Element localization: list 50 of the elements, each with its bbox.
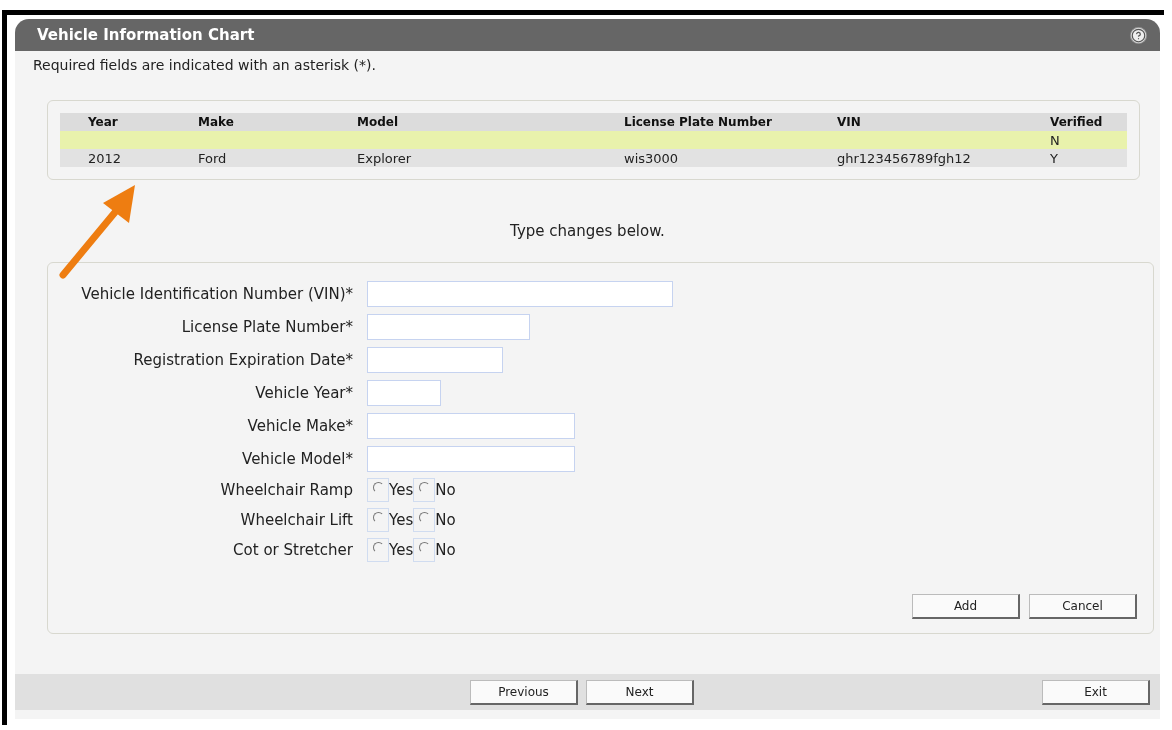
input-field[interactable] [367, 280, 673, 307]
exit-button[interactable]: Exit [1042, 679, 1150, 705]
help-icon[interactable] [1131, 27, 1146, 43]
table-cell[interactable]: wis3000 [596, 149, 809, 167]
radio-label: No [435, 511, 456, 529]
input-field[interactable] [367, 379, 441, 406]
radio-label: Yes [389, 511, 414, 529]
column-header: VIN [809, 113, 1022, 131]
radio-label: Yes [389, 481, 414, 499]
table-cell[interactable]: Y [1022, 149, 1127, 167]
column-header: Verified [1022, 113, 1127, 131]
radio-button[interactable] [413, 478, 436, 502]
radio-label: No [435, 541, 456, 559]
field-label: License Plate Number* [180, 317, 353, 336]
form-button[interactable]: Cancel [1029, 594, 1137, 619]
radio-button[interactable] [367, 538, 389, 562]
instruction-text: Type changes below. [509, 222, 666, 240]
column-header: Model [329, 113, 596, 131]
table-cell[interactable]: Explorer [329, 149, 596, 167]
input-field[interactable] [367, 346, 503, 373]
field-label: Wheelchair Lift [239, 511, 353, 529]
required-fields-note: Required fields are indicated with an asterisk (*). [32, 56, 377, 73]
input-field[interactable] [367, 313, 530, 340]
table-cell[interactable]: 2012 [60, 149, 170, 167]
form-button[interactable]: Add [912, 594, 1020, 619]
radio-button[interactable] [413, 538, 436, 562]
input-field[interactable] [367, 412, 575, 439]
radio-button[interactable] [367, 478, 389, 502]
field-label: Vehicle Year* [254, 383, 353, 402]
input-field[interactable] [367, 445, 575, 472]
field-label: Registration Expiration Date* [132, 350, 353, 369]
window-title: Vehicle Information Chart [37, 26, 255, 44]
radio-label: No [435, 481, 456, 499]
table-cell[interactable]: N [1022, 131, 1127, 149]
field-label: Cot or Stretcher [232, 541, 353, 559]
field-label: Vehicle Identification Number (VIN)* [80, 284, 353, 303]
table-cell[interactable] [60, 131, 170, 149]
table-cell[interactable]: Ford [170, 149, 329, 167]
table-cell[interactable]: ghr123456789fgh12 [809, 149, 1022, 167]
column-header: Make [170, 113, 329, 131]
radio-label: Yes [389, 541, 414, 559]
field-label: Vehicle Make* [246, 416, 353, 435]
column-header: Year [60, 113, 170, 131]
radio-button[interactable] [413, 508, 436, 532]
field-label: Wheelchair Ramp [219, 481, 353, 499]
nav-button[interactable]: Next [586, 679, 694, 705]
radio-button[interactable] [367, 508, 389, 532]
nav-button[interactable]: Previous [470, 679, 578, 705]
column-header: License Plate Number [596, 113, 809, 131]
field-label: Vehicle Model* [241, 449, 353, 468]
